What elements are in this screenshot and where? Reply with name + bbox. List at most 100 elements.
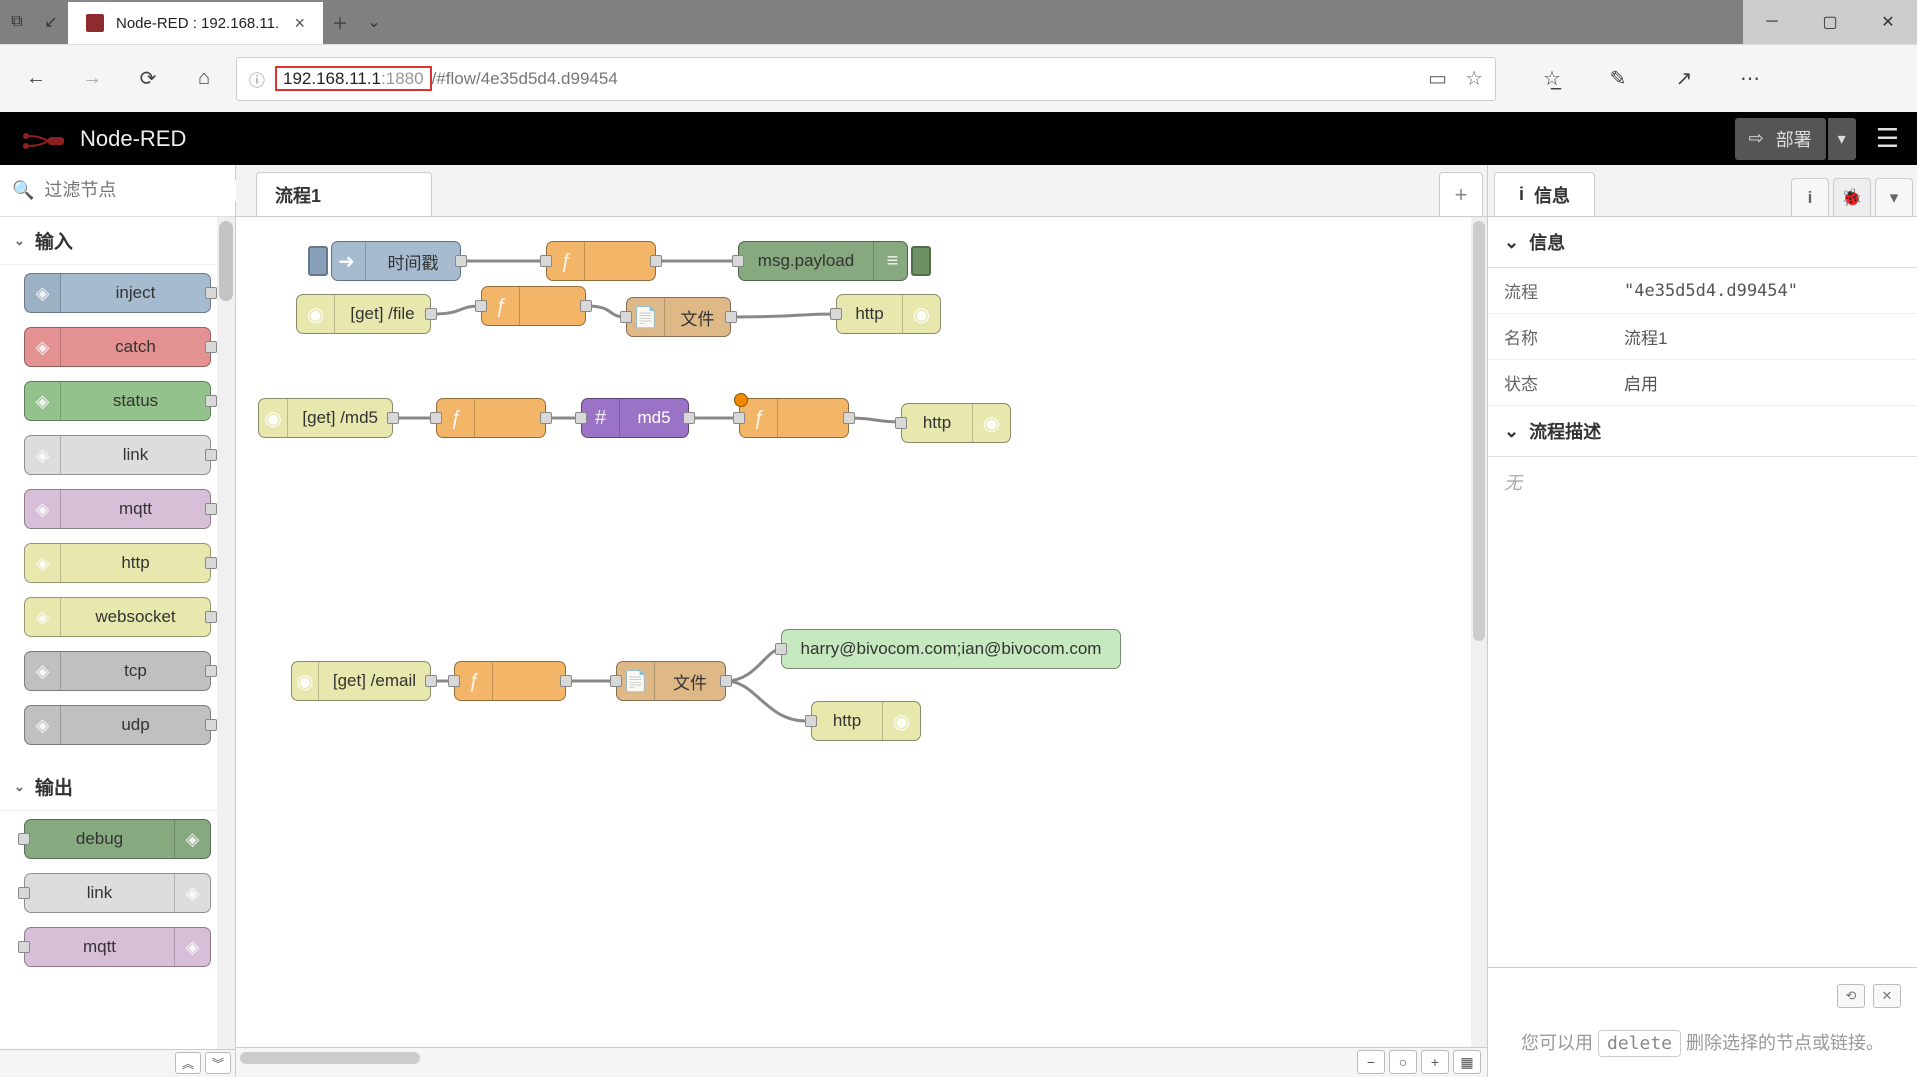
node-port[interactable] bbox=[830, 308, 842, 320]
flow-node-httpresponse[interactable]: http ◉ bbox=[811, 701, 921, 741]
flow-node-file[interactable]: 📄 文件 bbox=[626, 297, 731, 337]
node-port[interactable] bbox=[18, 887, 30, 899]
sidebar-info-button[interactable]: i bbox=[1791, 178, 1829, 216]
node-port[interactable] bbox=[683, 412, 695, 424]
node-port[interactable] bbox=[560, 675, 572, 687]
close-icon[interactable]: × bbox=[294, 13, 305, 34]
canvas-vscrollbar[interactable] bbox=[1471, 217, 1487, 1047]
node-port[interactable] bbox=[540, 255, 552, 267]
node-port[interactable] bbox=[455, 255, 467, 267]
back-button[interactable]: ← bbox=[12, 55, 60, 103]
node-port[interactable] bbox=[205, 341, 217, 353]
navigator-button[interactable]: ▦ bbox=[1453, 1050, 1481, 1074]
close-window-icon[interactable]: ✕ bbox=[1859, 0, 1917, 44]
sidebar-debug-button[interactable]: 🐞 bbox=[1833, 178, 1871, 216]
window-tabs-icon[interactable]: ⧉ bbox=[0, 0, 34, 44]
new-tab-button[interactable]: ＋ bbox=[323, 0, 357, 44]
palette-node-mqtt[interactable]: ◈mqtt bbox=[24, 489, 211, 529]
flow-node-function[interactable]: ƒ bbox=[546, 241, 656, 281]
favorites-icon[interactable]: ☆̲ bbox=[1528, 55, 1576, 103]
palette-scrollbar[interactable] bbox=[217, 217, 235, 1049]
node-port[interactable] bbox=[18, 833, 30, 845]
node-port[interactable] bbox=[732, 255, 744, 267]
node-port[interactable] bbox=[425, 675, 437, 687]
flow-node-httpin[interactable]: ◉ [get] /md5 bbox=[258, 398, 393, 438]
flow-node-httpresponse[interactable]: http ◉ bbox=[836, 294, 941, 334]
node-port[interactable] bbox=[575, 412, 587, 424]
maximize-icon[interactable]: ▢ bbox=[1801, 0, 1859, 44]
notes-icon[interactable]: ✎ bbox=[1594, 55, 1642, 103]
reading-view-icon[interactable]: ▭ bbox=[1428, 66, 1447, 91]
palette-node-link[interactable]: link◈ bbox=[24, 873, 211, 913]
palette-node-link[interactable]: ◈link bbox=[24, 435, 211, 475]
favorite-icon[interactable]: ☆ bbox=[1465, 66, 1483, 91]
flow-node-httpin[interactable]: ◉ [get] /file bbox=[296, 294, 431, 334]
palette-node-udp[interactable]: ◈udp bbox=[24, 705, 211, 745]
node-port[interactable] bbox=[430, 412, 442, 424]
tab-menu-button[interactable]: ⌄ bbox=[357, 0, 391, 44]
inject-trigger-button[interactable] bbox=[308, 246, 328, 276]
palette-node-debug[interactable]: debug◈ bbox=[24, 819, 211, 859]
flow-node-debug[interactable]: msg.payload ≡ bbox=[738, 241, 908, 281]
flow-node-file[interactable]: 📄 文件 bbox=[616, 661, 726, 701]
window-pin-icon[interactable]: ↙ bbox=[34, 0, 68, 44]
node-port[interactable] bbox=[18, 941, 30, 953]
flow-canvas[interactable]: ➜ 时间戳 ƒ msg.payload ≡ ◉ [get] /file bbox=[236, 217, 1487, 1047]
flow-node-function[interactable]: ƒ bbox=[436, 398, 546, 438]
sidebar-tab-info[interactable]: i 信息 bbox=[1494, 172, 1595, 216]
flow-node-md5[interactable]: # md5 bbox=[581, 398, 689, 438]
flow-node-httpresponse[interactable]: http ◉ bbox=[901, 403, 1011, 443]
canvas-hscrollbar[interactable] bbox=[236, 1048, 1351, 1077]
palette-node-inject[interactable]: ◈inject bbox=[24, 273, 211, 313]
zoom-in-button[interactable]: + bbox=[1421, 1050, 1449, 1074]
node-port[interactable] bbox=[650, 255, 662, 267]
palette-node-tcp[interactable]: ◈tcp bbox=[24, 651, 211, 691]
sidebar-section-info[interactable]: ⌄ 信息 bbox=[1488, 217, 1917, 268]
tip-prev-button[interactable]: ⟲ bbox=[1837, 984, 1865, 1008]
home-button[interactable]: ⌂ bbox=[180, 55, 228, 103]
deploy-menu-button[interactable]: ▾ bbox=[1828, 118, 1856, 160]
flow-node-email[interactable]: harry@bivocom.com;ian@bivocom.com bbox=[781, 629, 1121, 669]
node-port[interactable] bbox=[448, 675, 460, 687]
zoom-reset-button[interactable]: ○ bbox=[1389, 1050, 1417, 1074]
expand-all-button[interactable]: ︾ bbox=[205, 1052, 231, 1074]
tip-close-button[interactable]: ✕ bbox=[1873, 984, 1901, 1008]
node-port[interactable] bbox=[610, 675, 622, 687]
node-port[interactable] bbox=[475, 300, 487, 312]
zoom-out-button[interactable]: − bbox=[1357, 1050, 1385, 1074]
node-port[interactable] bbox=[720, 675, 732, 687]
node-port[interactable] bbox=[205, 611, 217, 623]
node-port[interactable] bbox=[425, 308, 437, 320]
flow-node-function[interactable]: ƒ bbox=[454, 661, 566, 701]
node-port[interactable] bbox=[725, 311, 737, 323]
node-port[interactable] bbox=[205, 449, 217, 461]
palette-category-input[interactable]: ⌄ 输入 bbox=[0, 217, 235, 265]
node-port[interactable] bbox=[387, 412, 399, 424]
node-port[interactable] bbox=[895, 417, 907, 429]
refresh-button[interactable]: ⟳ bbox=[124, 55, 172, 103]
palette-node-websocket[interactable]: ◈websocket bbox=[24, 597, 211, 637]
main-menu-button[interactable]: ☰ bbox=[1876, 123, 1899, 154]
address-bar[interactable]: ⓘ 192.168.11.1:1880/#flow/4e35d5d4.d9945… bbox=[236, 57, 1496, 101]
node-port[interactable] bbox=[205, 719, 217, 731]
palette-node-status[interactable]: ◈status bbox=[24, 381, 211, 421]
collapse-all-button[interactable]: ︽ bbox=[175, 1052, 201, 1074]
node-port[interactable] bbox=[775, 643, 787, 655]
share-icon[interactable]: ↗ bbox=[1660, 55, 1708, 103]
node-port[interactable] bbox=[205, 287, 217, 299]
flow-tab-active[interactable]: 流程1 bbox=[256, 172, 432, 216]
browser-tab-active[interactable]: Node-RED : 192.168.11. × bbox=[68, 0, 323, 44]
node-port[interactable] bbox=[205, 503, 217, 515]
node-port[interactable] bbox=[580, 300, 592, 312]
node-port[interactable] bbox=[805, 715, 817, 727]
minimize-icon[interactable]: ─ bbox=[1743, 0, 1801, 44]
deploy-button[interactable]: ⇨ 部署 bbox=[1735, 118, 1826, 160]
node-port[interactable] bbox=[205, 557, 217, 569]
flow-node-function[interactable]: ƒ bbox=[481, 286, 586, 326]
palette-category-output[interactable]: ⌄ 输出 bbox=[0, 763, 235, 811]
add-flow-button[interactable]: + bbox=[1439, 172, 1483, 216]
palette-node-mqtt[interactable]: mqtt◈ bbox=[24, 927, 211, 967]
node-port[interactable] bbox=[733, 412, 745, 424]
flow-node-function[interactable]: ƒ bbox=[739, 398, 849, 438]
node-port[interactable] bbox=[205, 395, 217, 407]
